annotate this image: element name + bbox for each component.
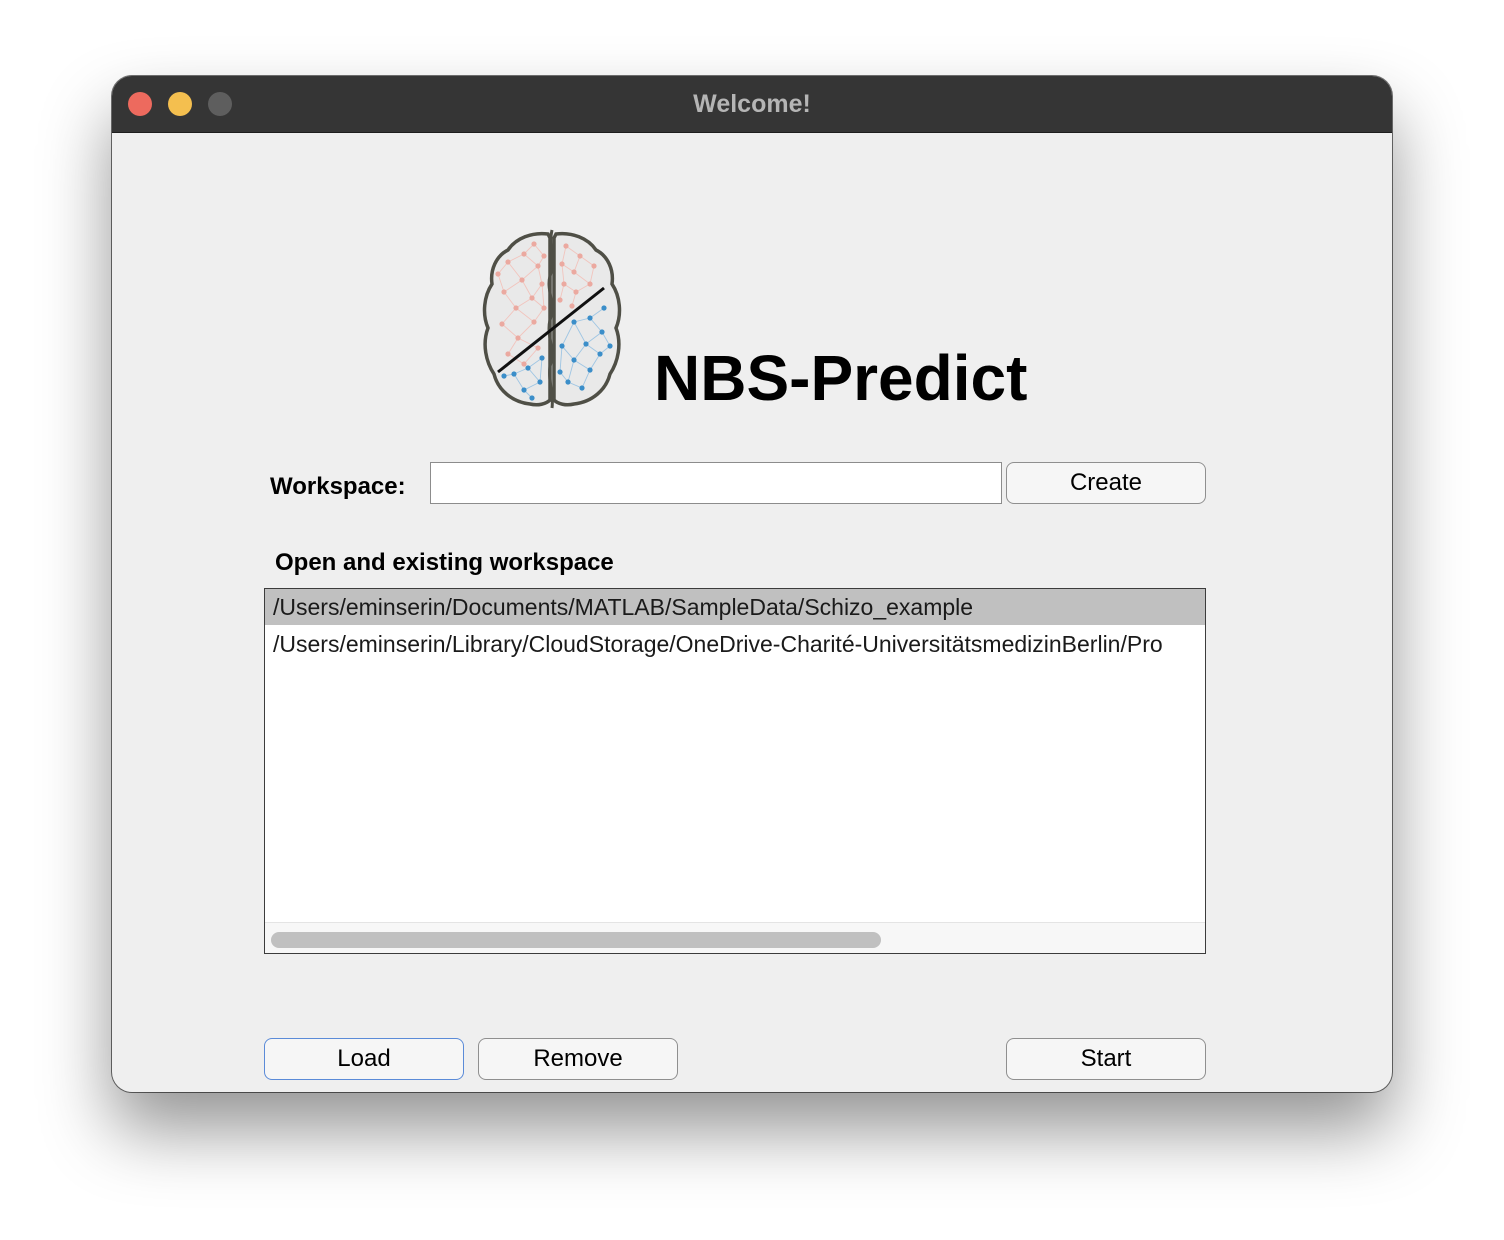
existing-workspace-heading: Open and existing workspace: [275, 549, 614, 576]
start-button[interactable]: Start: [1006, 1038, 1206, 1080]
welcome-content: NBS-Predict Workspace: Create Open and e…: [112, 132, 1392, 1092]
remove-button[interactable]: Remove: [478, 1038, 678, 1080]
workspace-name-input[interactable]: [430, 462, 1002, 504]
workspace-list-item[interactable]: /Users/eminserin/Library/CloudStorage/On…: [265, 626, 1205, 662]
horizontal-scrollbar[interactable]: [265, 922, 1205, 953]
create-button[interactable]: Create: [1006, 462, 1206, 504]
title-bar[interactable]: Welcome!: [112, 76, 1392, 133]
brain-network-icon: [482, 229, 622, 409]
window-title: Welcome!: [693, 90, 811, 118]
scrollbar-thumb[interactable]: [271, 932, 881, 948]
workspace-label: Workspace:: [270, 473, 406, 500]
workspace-list-item-selected[interactable]: /Users/eminserin/Documents/MATLAB/Sample…: [265, 589, 1205, 625]
load-button[interactable]: Load: [264, 1038, 464, 1080]
app-title: NBS-Predict: [654, 342, 1028, 414]
workspace-list[interactable]: /Users/eminserin/Documents/MATLAB/Sample…: [264, 588, 1206, 954]
welcome-window: Welcome! NBS-Predict Workspace: Create O…: [112, 76, 1392, 1092]
